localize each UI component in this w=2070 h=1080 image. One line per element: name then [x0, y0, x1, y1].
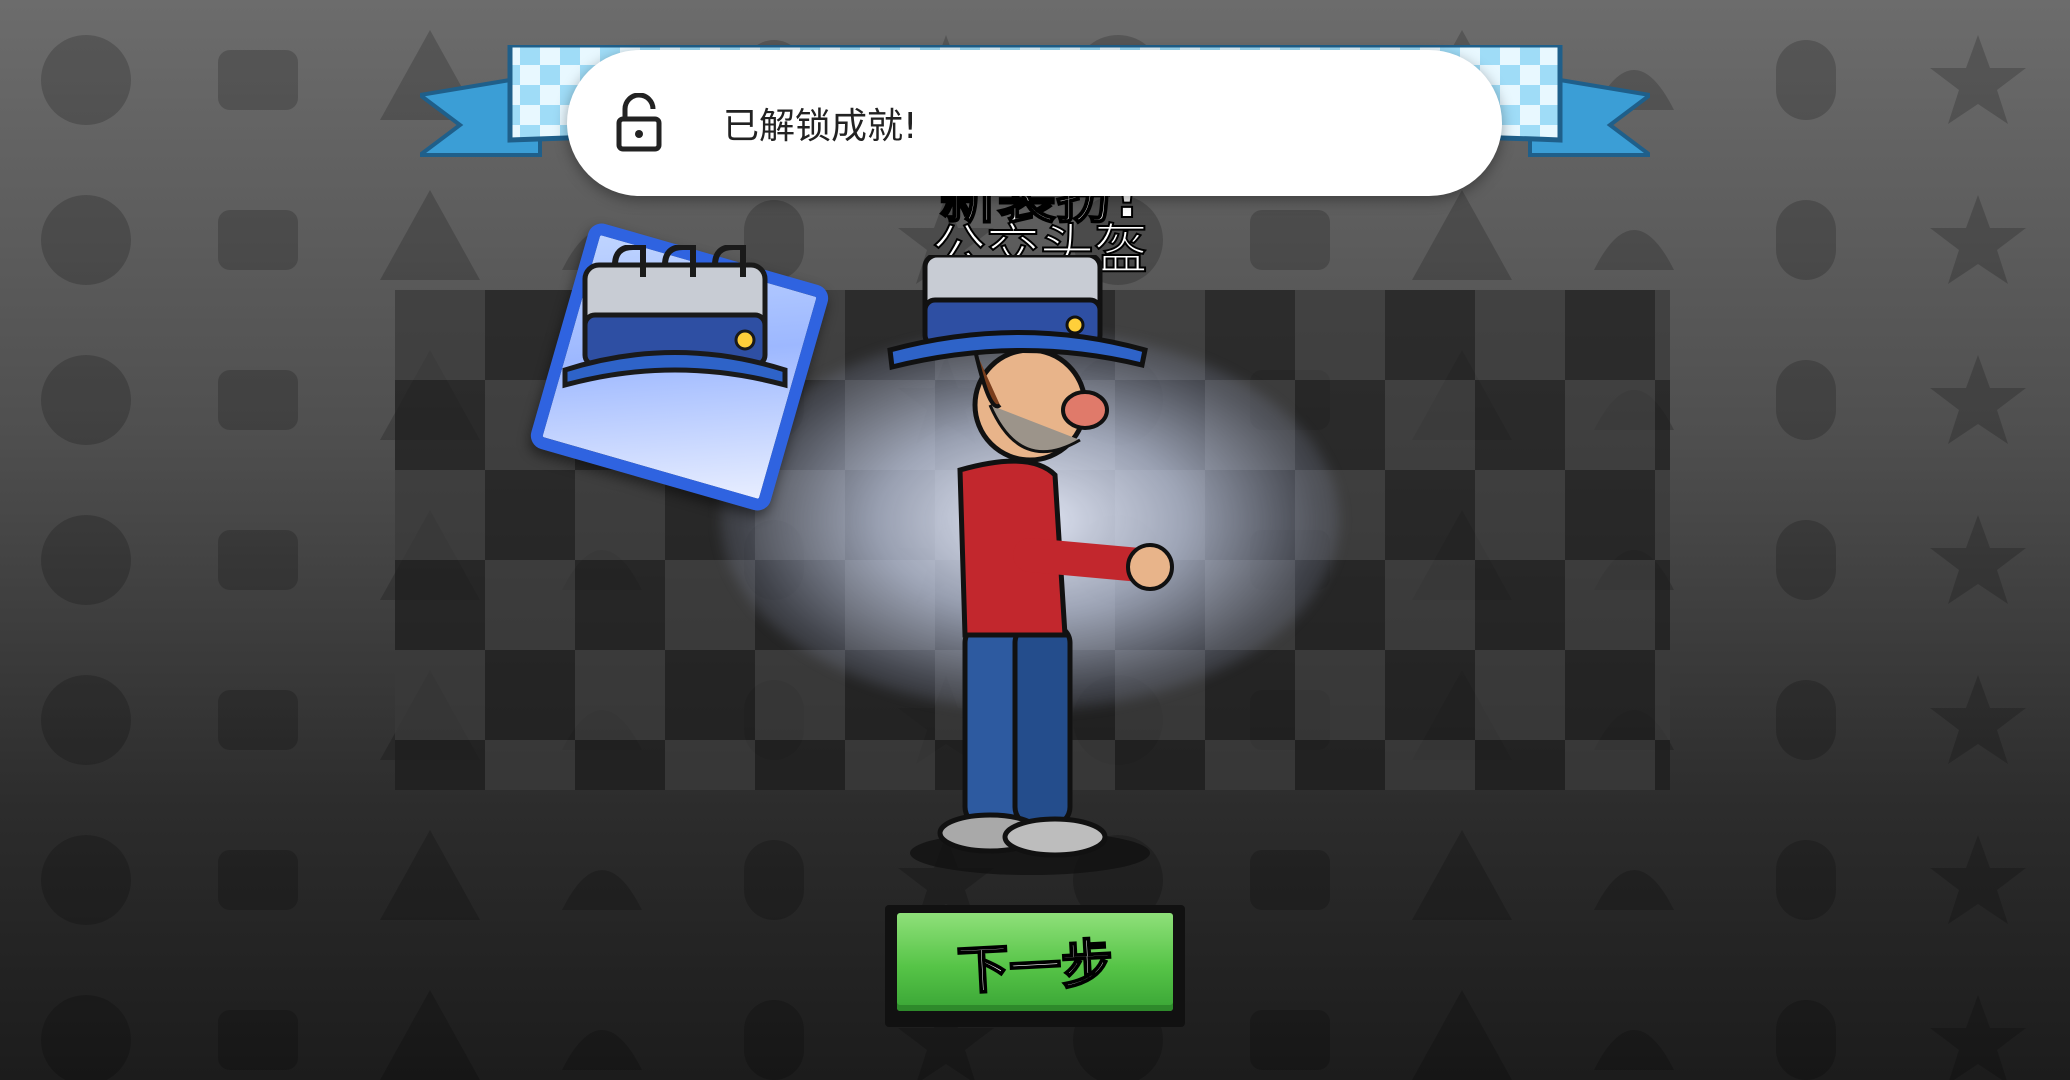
- background-icon: [0, 640, 172, 800]
- background-icon: [1892, 0, 2064, 160]
- background-icon: [1720, 480, 1892, 640]
- background-icon: [1892, 480, 2064, 640]
- background-icon: [0, 0, 172, 160]
- background-icon: [1376, 800, 1548, 960]
- background-icon: [1892, 960, 2064, 1080]
- background-icon: [172, 160, 344, 320]
- background-icon: [688, 800, 860, 960]
- background-icon: [516, 800, 688, 960]
- background-icon: [172, 320, 344, 480]
- background-icon: [1720, 0, 1892, 160]
- background-icon: [688, 960, 860, 1080]
- background-icon: [344, 960, 516, 1080]
- background-icon: [1892, 320, 2064, 480]
- background-icon: [172, 960, 344, 1080]
- background-icon: [172, 0, 344, 160]
- next-button-label: 下一步: [955, 932, 1116, 1002]
- game-screen: 新装扮! 公交头盔 已解锁成就! 下一步: [0, 0, 2070, 1080]
- background-icon: [1548, 800, 1720, 960]
- player-character: [887, 255, 1174, 875]
- next-button-face[interactable]: 下一步: [897, 913, 1173, 1011]
- background-icon: [1892, 640, 2064, 800]
- background-icon: [1720, 640, 1892, 800]
- background-icon: [0, 960, 172, 1080]
- background-icon: [172, 640, 344, 800]
- background-icon: [1204, 960, 1376, 1080]
- background-icon: [1892, 160, 2064, 320]
- background-icon: [172, 480, 344, 640]
- next-button[interactable]: 下一步: [885, 905, 1185, 1027]
- background-icon: [1376, 960, 1548, 1080]
- background-icon: [344, 800, 516, 960]
- background-icon: [1548, 960, 1720, 1080]
- lock-open-icon: [616, 93, 662, 152]
- toast-message: 已解锁成就!: [723, 106, 918, 147]
- background-icon: [1892, 800, 2064, 960]
- background-icon: [516, 960, 688, 1080]
- background-icon: [1720, 160, 1892, 320]
- background-icon: [0, 320, 172, 480]
- background-icon: [0, 160, 172, 320]
- bus-helmet-icon: [562, 245, 788, 389]
- background-icon: [0, 480, 172, 640]
- background-icon: [1720, 320, 1892, 480]
- background-icon: [172, 800, 344, 960]
- achievement-toast: 已解锁成就!: [567, 50, 1502, 196]
- background-icon: [1204, 800, 1376, 960]
- background-icon: [1720, 800, 1892, 960]
- background-icon: [0, 800, 172, 960]
- background-icon: [1720, 960, 1892, 1080]
